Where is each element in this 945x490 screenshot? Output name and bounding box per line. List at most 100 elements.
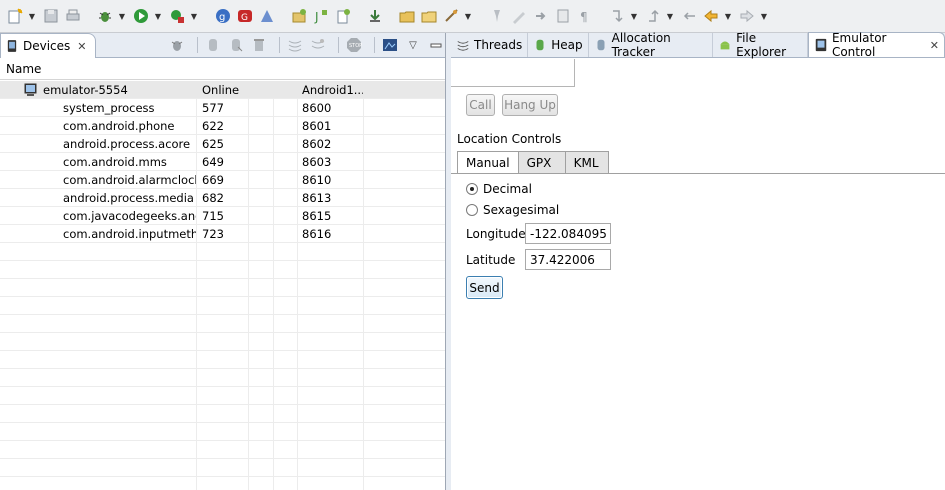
process-name: com.android.mms [63, 155, 167, 169]
heap-icon [533, 36, 547, 54]
open-type-icon[interactable] [420, 7, 438, 25]
last-edit-icon[interactable] [680, 7, 698, 25]
stop-process-icon[interactable]: STOP [345, 36, 363, 54]
next-annotation-icon[interactable] [532, 7, 550, 25]
process-row[interactable]: com.android.phone 622 8601 [0, 117, 445, 135]
save-icon[interactable] [42, 7, 60, 25]
process-port: 8602 [302, 137, 332, 151]
device-tree: emulator-5554 Online Android1... system_… [0, 81, 445, 490]
process-row[interactable]: system_process 577 8600 [0, 99, 445, 117]
next-edit-icon[interactable] [608, 7, 626, 25]
forward-icon[interactable] [738, 7, 756, 25]
dump-hprof-icon[interactable] [227, 36, 245, 54]
debug-process-icon[interactable] [168, 36, 186, 54]
send-button[interactable]: Send [466, 276, 503, 299]
process-port: 8610 [302, 173, 332, 187]
start-method-profiling-icon[interactable] [309, 36, 327, 54]
chevron-down-icon[interactable]: ▼ [154, 12, 162, 21]
tab-heap[interactable]: Heap [528, 33, 589, 57]
tab-devices[interactable]: Devices ✕ [0, 33, 96, 58]
chevron-down-icon[interactable]: ▼ [760, 12, 768, 21]
main-toolbar: ▼ ▼ ▼ ▼ g G J ▼ ¶ ▼ ▼ ▼ ▼ [0, 0, 945, 33]
emulator-control-view: Threads Heap Allocation Tracker File Exp… [451, 31, 945, 490]
svg-text:STOP: STOP [349, 43, 362, 49]
tab-kml[interactable]: KML [564, 151, 609, 173]
decimal-option[interactable]: Decimal [466, 182, 532, 196]
cause-gc-icon[interactable] [250, 36, 268, 54]
process-name: com.javacodegeeks.andro [63, 209, 196, 223]
process-name: android.process.acore [63, 137, 191, 151]
process-row[interactable]: com.android.mms 649 8603 [0, 153, 445, 171]
run-icon[interactable] [132, 7, 150, 25]
search-icon[interactable] [442, 7, 460, 25]
tab-file-explorer-label: File Explorer [736, 31, 787, 59]
tab-file-explorer[interactable]: File Explorer [713, 31, 808, 59]
tab-emulator-control[interactable]: Emulator Control ✕ [807, 31, 945, 59]
table-header: Name [0, 58, 445, 80]
process-row[interactable]: com.android.inputmetho 723 8616 [0, 225, 445, 243]
tab-manual[interactable]: Manual [457, 151, 519, 173]
open-folder-icon[interactable] [398, 7, 416, 25]
process-row[interactable]: android.process.media 682 8613 [0, 189, 445, 207]
download-icon[interactable] [366, 7, 384, 25]
print-icon[interactable] [64, 7, 82, 25]
chevron-down-icon[interactable]: ▼ [464, 12, 472, 21]
tab-emulator-control-label: Emulator Control [831, 31, 887, 59]
tab-heap-label: Heap [551, 38, 583, 52]
show-whitespace-icon[interactable] [554, 7, 572, 25]
process-name: android.process.media [63, 191, 194, 205]
longitude-field[interactable] [525, 223, 611, 244]
back-icon[interactable] [702, 7, 720, 25]
new-android-project-icon[interactable] [290, 7, 308, 25]
prev-edit-icon[interactable] [644, 7, 662, 25]
show-paragraph-icon[interactable]: ¶ [576, 7, 594, 25]
update-threads-icon[interactable] [286, 36, 304, 54]
screen-capture-icon[interactable] [381, 36, 399, 54]
process-row[interactable]: com.javacodegeeks.andro 715 8615 [0, 207, 445, 225]
external-tools-icon[interactable] [168, 7, 186, 25]
svg-text:J: J [314, 10, 319, 24]
threads-icon [456, 36, 470, 54]
latitude-field[interactable] [525, 249, 611, 270]
sexagesimal-option[interactable]: Sexagesimal [466, 203, 559, 217]
call-button[interactable]: Call [466, 94, 495, 116]
minimize-icon[interactable] [427, 36, 445, 54]
tab-threads[interactable]: Threads [451, 33, 529, 57]
edit-pen-icon[interactable] [510, 7, 528, 25]
chevron-down-icon[interactable]: ▼ [630, 12, 638, 21]
right-tabbar: Threads Heap Allocation Tracker File Exp… [451, 31, 945, 59]
update-heap-icon[interactable] [204, 36, 222, 54]
chevron-down-icon[interactable]: ▼ [118, 12, 126, 21]
process-pid: 715 [202, 209, 224, 223]
process-name: com.android.alarmclock [63, 173, 196, 187]
chevron-down-icon[interactable]: ▼ [666, 12, 674, 21]
tab-gpx[interactable]: GPX [517, 151, 566, 173]
pin-icon[interactable] [488, 7, 506, 25]
tab-threads-label: Threads [474, 38, 523, 52]
tab-allocation-tracker[interactable]: Allocation Tracker [589, 31, 714, 59]
sdk-icon[interactable] [258, 7, 276, 25]
gwt-icon[interactable]: G [236, 7, 254, 25]
chevron-down-icon[interactable]: ▼ [190, 12, 198, 21]
process-row[interactable]: android.process.acore 625 8602 [0, 135, 445, 153]
process-row[interactable]: com.android.alarmclock 669 8610 [0, 171, 445, 189]
close-icon[interactable]: ✕ [77, 40, 86, 53]
decimal-radio[interactable] [466, 183, 478, 195]
new-java-class-icon[interactable]: J [312, 7, 330, 25]
device-row[interactable]: emulator-5554 Online Android1... [0, 81, 445, 99]
devices-view: Devices ✕ STOP ▽ Name emulator-5554 Onli… [0, 33, 465, 490]
column-header-name[interactable]: Name [6, 62, 41, 76]
new-wizard-icon[interactable] [6, 7, 24, 25]
google-icon[interactable]: g [214, 7, 232, 25]
emulator-icon [814, 36, 828, 54]
sexagesimal-radio[interactable] [466, 204, 478, 216]
debug-icon[interactable] [96, 7, 114, 25]
process-name: com.android.phone [63, 119, 175, 133]
process-pid: 577 [202, 101, 224, 115]
hang-up-button[interactable]: Hang Up [502, 94, 558, 116]
view-menu-icon[interactable]: ▽ [404, 36, 422, 54]
chevron-down-icon[interactable]: ▼ [724, 12, 732, 21]
chevron-down-icon[interactable]: ▼ [28, 12, 36, 21]
new-xml-file-icon[interactable] [334, 7, 352, 25]
close-icon[interactable]: ✕ [930, 39, 939, 52]
